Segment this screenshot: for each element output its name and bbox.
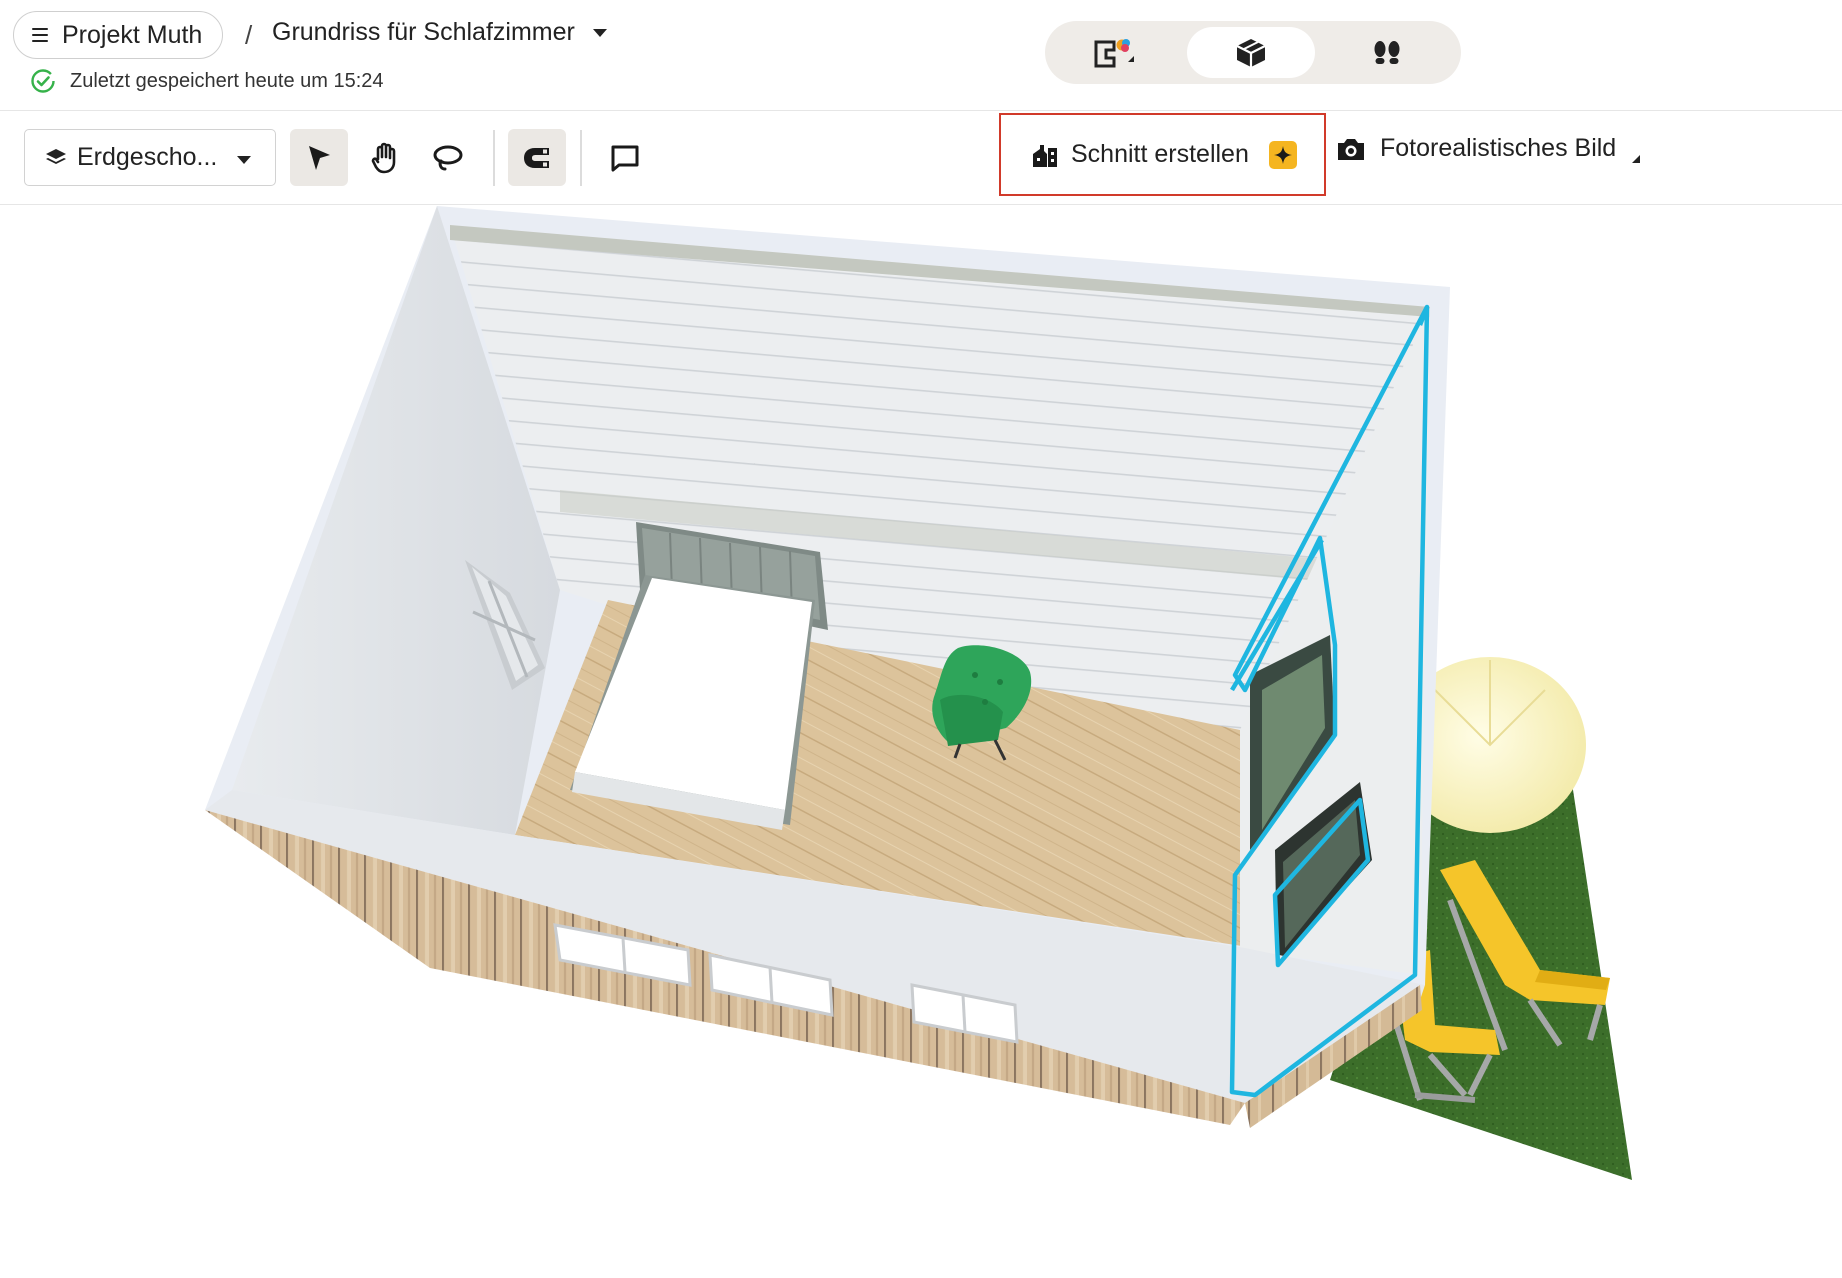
menu-icon [32, 28, 48, 42]
select-tool-button[interactable] [290, 129, 348, 186]
view-mode-switch [1045, 21, 1461, 84]
photorealistic-image-label: Fotorealistisches Bild [1380, 134, 1617, 162]
project-menu-button[interactable]: Projekt Muth [13, 11, 224, 59]
plan-title: Grundriss für Schlafzimmer [272, 18, 575, 46]
photorealistic-image-button[interactable]: Fotorealistisches Bild [1336, 134, 1641, 163]
view-mode-3d[interactable] [1187, 27, 1315, 78]
3d-scene[interactable] [0, 206, 1842, 1278]
building-section-icon [1033, 144, 1057, 167]
floor-select-value: Erdgescho... [77, 143, 218, 171]
3d-viewport[interactable] [0, 206, 1842, 1278]
floor-select[interactable]: Erdgescho... [24, 129, 276, 186]
pan-tool-button[interactable] [356, 129, 414, 186]
camera-icon [1338, 138, 1364, 160]
snap-toggle-button[interactable] [508, 129, 566, 186]
footsteps-icon [1374, 40, 1400, 64]
hand-icon [371, 142, 396, 173]
chevron-down-icon [592, 28, 607, 37]
toolbar-divider [580, 130, 582, 186]
view-mode-2d[interactable] [1051, 27, 1179, 78]
lasso-tool-button[interactable] [419, 129, 477, 186]
toolbar-divider [493, 130, 495, 186]
comment-icon [611, 145, 639, 171]
plan-title-dropdown[interactable]: Grundriss für Schlafzimmer [272, 18, 607, 47]
ai-sparkle-icon [1268, 140, 1297, 169]
layers-icon [46, 148, 66, 164]
chevron-down-icon [237, 156, 251, 164]
cursor-icon [309, 145, 330, 170]
save-status: Zuletzt gespeichert heute um 15:24 [30, 68, 384, 94]
comment-tool-button[interactable] [596, 129, 654, 186]
create-section-button[interactable]: Schnitt erstellen [999, 113, 1326, 196]
lasso-icon [433, 145, 463, 170]
save-status-text: Zuletzt gespeichert heute um 15:24 [70, 69, 384, 92]
magnet-icon [524, 147, 549, 168]
more-options-icon [1632, 154, 1641, 163]
toolbar: Erdgescho... Schnitt erstellen Fotoreali… [0, 112, 1842, 205]
project-name: Projekt Muth [62, 20, 203, 49]
floorplan-2d-icon [1094, 38, 1134, 67]
app-header: Projekt Muth / Grundriss für Schlafzimme… [0, 0, 1842, 111]
breadcrumb-separator: / [245, 20, 253, 50]
create-section-label: Schnitt erstellen [1071, 140, 1249, 168]
view-mode-walkthrough[interactable] [1323, 27, 1451, 78]
cube-3d-icon [1236, 38, 1266, 67]
saved-check-icon [31, 69, 55, 93]
